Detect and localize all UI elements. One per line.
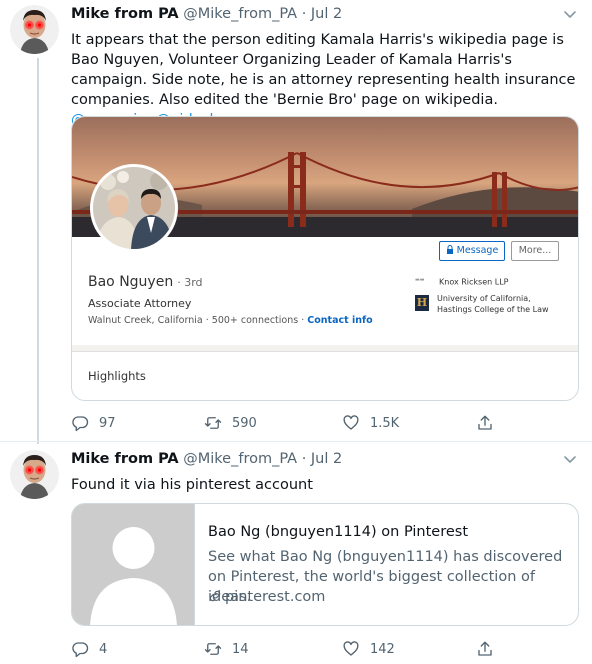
profile-title: Associate Attorney bbox=[88, 297, 192, 310]
message-button-label: Message bbox=[456, 245, 499, 256]
school-logo: H bbox=[415, 295, 429, 311]
like-count: 1.5K bbox=[370, 415, 400, 431]
reply-button[interactable]: 97 bbox=[71, 411, 116, 435]
like-button[interactable]: 1.5K bbox=[342, 411, 399, 435]
tweet-date[interactable]: Jul 2 bbox=[311, 6, 342, 22]
tweet-header: Mike from PA @Mike_from_PA · Jul 2 bbox=[71, 451, 342, 467]
connection-degree: · 3rd bbox=[177, 276, 203, 289]
tweet-divider bbox=[0, 441, 592, 442]
link-card-title: Bao Ng (bnguyen1114) on Pinterest bbox=[208, 524, 469, 540]
tweet-header: Mike from PA @Mike_from_PA · Jul 2 bbox=[71, 6, 342, 22]
avatar[interactable] bbox=[10, 5, 59, 54]
reply-icon bbox=[72, 642, 89, 658]
more-button: More... bbox=[511, 241, 559, 261]
thread-line bbox=[37, 58, 39, 444]
highlights-title: Highlights bbox=[88, 369, 146, 383]
like-count: 142 bbox=[370, 641, 395, 657]
profile-photo bbox=[90, 164, 178, 252]
company-logo: ▬▬ bbox=[415, 277, 425, 283]
truncated-content bbox=[88, 397, 208, 400]
display-name[interactable]: Mike from PA bbox=[71, 6, 179, 22]
like-button[interactable]: 142 bbox=[342, 637, 395, 661]
chevron-down-icon[interactable] bbox=[562, 6, 578, 22]
tweet-body: It appears that the person editing Kamal… bbox=[71, 32, 576, 108]
message-button: Message bbox=[439, 241, 505, 261]
highlights-section: Highlights bbox=[72, 351, 578, 400]
chevron-down-icon[interactable] bbox=[562, 451, 578, 467]
link-icon bbox=[209, 590, 221, 602]
retweet-count: 590 bbox=[232, 415, 257, 431]
profile-location-line: Walnut Creek, California · 500+ connecti… bbox=[88, 315, 373, 326]
retweet-icon bbox=[204, 417, 222, 429]
school-name-line2: Hastings College of the Law bbox=[437, 305, 549, 314]
link-card-domain: pinterest.com bbox=[208, 589, 325, 605]
tweet-1[interactable]: Mike from PA @Mike_from_PA · Jul 2 It ap… bbox=[0, 0, 592, 444]
school-name-line1: University of California, bbox=[437, 294, 531, 303]
contact-info-link: Contact info bbox=[307, 315, 373, 326]
reply-count: 97 bbox=[99, 415, 116, 431]
reply-icon bbox=[72, 416, 89, 432]
media-card-linkedin[interactable]: Message More... Bao Nguyen · 3rd Associat… bbox=[71, 116, 579, 401]
profile-location: Walnut Creek, California bbox=[88, 315, 203, 326]
lock-icon bbox=[446, 245, 453, 254]
avatar[interactable] bbox=[10, 450, 59, 499]
share-icon bbox=[478, 415, 492, 430]
like-icon bbox=[343, 641, 359, 656]
retweet-icon bbox=[204, 643, 222, 655]
action-bar: 4 14 142 bbox=[71, 637, 501, 661]
share-button[interactable] bbox=[476, 411, 504, 435]
tweet-date[interactable]: Jul 2 bbox=[311, 451, 342, 467]
tweet-text: It appears that the person editing Kamal… bbox=[71, 30, 581, 130]
like-icon bbox=[343, 415, 359, 430]
separator: · bbox=[301, 451, 307, 467]
company-name: Knox Ricksen LLP bbox=[439, 277, 509, 287]
profile-school: H University of California, Hastings Coll… bbox=[415, 293, 549, 315]
reply-button[interactable]: 4 bbox=[71, 637, 107, 661]
display-name[interactable]: Mike from PA bbox=[71, 451, 179, 467]
share-button[interactable] bbox=[476, 637, 504, 661]
profile-name: Bao Nguyen · 3rd bbox=[88, 274, 203, 290]
retweet-button[interactable]: 14 bbox=[204, 637, 249, 661]
action-bar: 97 590 1.5K bbox=[71, 411, 501, 435]
connections-count: · 500+ connections · bbox=[205, 315, 305, 326]
retweet-button[interactable]: 590 bbox=[204, 411, 257, 435]
handle[interactable]: @Mike_from_PA bbox=[183, 6, 297, 22]
separator: · bbox=[301, 6, 307, 22]
profile-name-text: Bao Nguyen bbox=[88, 274, 174, 290]
link-card-domain-text: pinterest.com bbox=[225, 589, 326, 605]
tweet-text: Found it via his pinterest account bbox=[71, 477, 313, 493]
default-profile-image bbox=[72, 504, 195, 625]
share-icon bbox=[478, 641, 492, 656]
profile-company: ▬▬ Knox Ricksen LLP bbox=[415, 277, 509, 287]
link-card-pinterest[interactable]: Bao Ng (bnguyen1114) on Pinterest See wh… bbox=[71, 503, 579, 626]
handle[interactable]: @Mike_from_PA bbox=[183, 451, 297, 467]
reply-count: 4 bbox=[99, 641, 108, 657]
retweet-count: 14 bbox=[232, 641, 249, 657]
